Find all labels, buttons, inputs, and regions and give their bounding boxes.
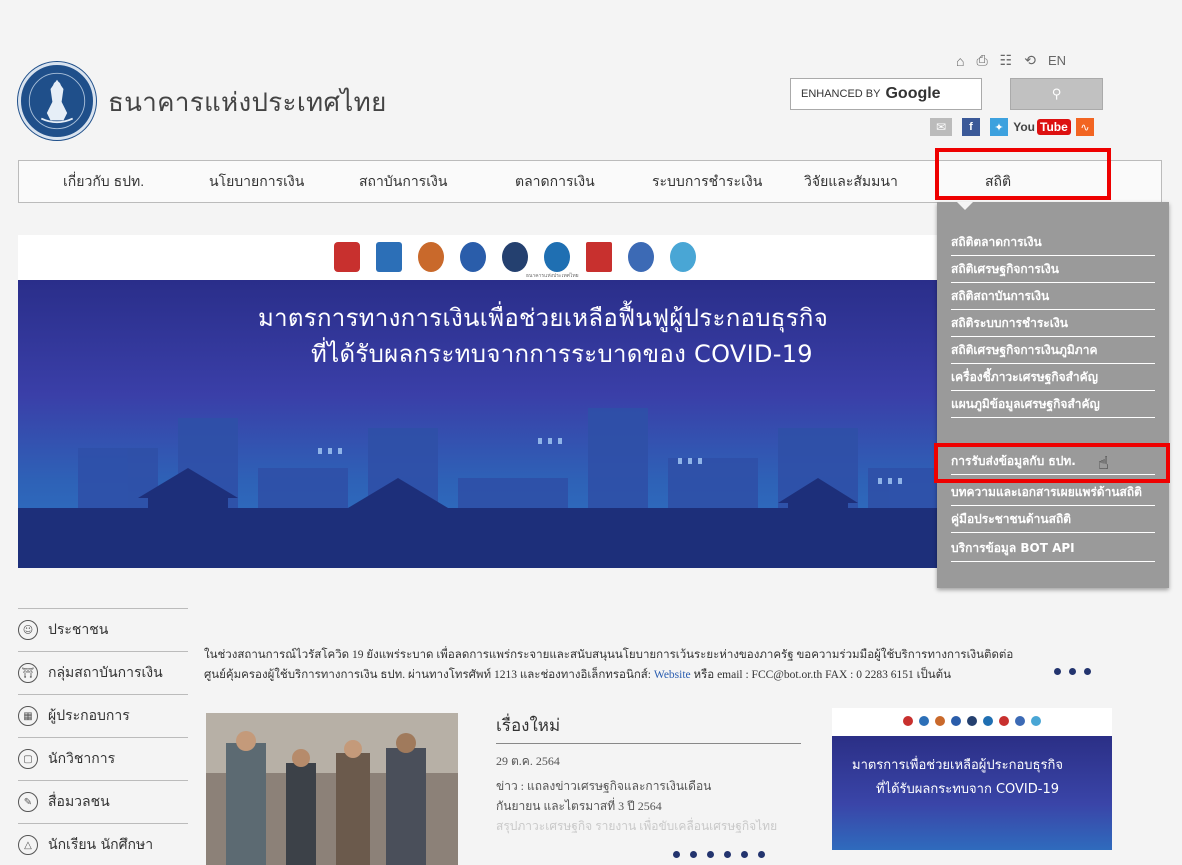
twitter-icon[interactable]: ✦	[990, 118, 1008, 136]
notice-carousel-dots[interactable]	[1054, 668, 1091, 675]
google-brand: Google	[885, 85, 941, 102]
org-logo-1	[334, 242, 360, 272]
news-date: 29 ต.ค. 2564	[496, 754, 560, 768]
news-section-title: เรื่องใหม่	[496, 712, 801, 744]
sitemap-icon[interactable]: ☷	[1000, 52, 1013, 69]
hand-cursor-icon: ☝	[1098, 453, 1109, 473]
site-title[interactable]: ธนาคารแห่งประเทศไทย	[108, 82, 387, 123]
notice-line-2: ศูนย์คุ้มครองผู้ใช้บริการทางการเงิน ธปท.…	[204, 665, 1154, 685]
nav-item-about[interactable]: เกี่ยวกับ ธปท.	[63, 161, 144, 202]
promo-headline-1: มาตรการเพื่อช่วยเหลือผู้ประกอบธุรกิจ	[852, 758, 1063, 773]
search-button[interactable]: ⚲	[1010, 78, 1103, 110]
banner-headline-1: มาตรการทางการเงินเพื่อช่วยเหลือฟื้นฟูผู้…	[258, 304, 829, 332]
org-logo-3	[418, 242, 444, 272]
menu-item-financial-market-stats[interactable]: สถิติตลาดการเงิน	[951, 230, 1155, 256]
org-logo-6	[544, 242, 570, 272]
menu-item-regional-stats[interactable]: สถิติเศรษฐกิจการเงินภูมิภาค	[951, 338, 1155, 364]
covid-banner[interactable]: ธนาคารแห่งประเทศไทย มาตรการทางการเงินเพื…	[18, 235, 937, 568]
sidebar-item-media[interactable]: ✎ สื่อมวลชน	[18, 780, 188, 823]
menu-item-financial-institution-stats[interactable]: สถิติสถาบันการเงิน	[951, 284, 1155, 310]
news-text-line-2: กันยายน และไตรมาสที่ 3 ปี 2564	[496, 799, 662, 813]
social-links: ✉ f ✦ You Tube ∿	[930, 118, 1094, 136]
sidebar-item-label: กลุ่มสถาบันการเงิน	[48, 665, 163, 681]
sidebar-item-label: นักวิชาการ	[48, 751, 116, 767]
book-icon: ▢	[18, 749, 38, 769]
promo-logo-strip	[832, 708, 1112, 736]
logo-caption: ธนาคารแห่งประเทศไทย	[526, 273, 579, 279]
sidebar-item-label: นักเรียน นักศึกษา	[48, 837, 154, 853]
statistics-dropdown-menu: สถิติตลาดการเงิน สถิติเศรษฐกิจการเงิน สถ…	[937, 202, 1169, 588]
sidebar-item-public[interactable]: ☺ ประชาชน	[18, 608, 188, 651]
bank-icon: ⛩	[18, 663, 38, 683]
home-icon[interactable]: ⌂	[956, 53, 964, 69]
notice-line-2-pre: ศูนย์คุ้มครองผู้ใช้บริการทางการเงิน ธปท.…	[204, 669, 652, 681]
search-brand-prefix: ENHANCED BY	[801, 88, 881, 100]
share-icon[interactable]: ⟲	[1024, 52, 1036, 69]
promo-headline-2: ที่ได้รับผลกระทบจาก COVID-19	[876, 782, 1059, 797]
menu-item-statistics-publications[interactable]: บทความและเอกสารเผยแพร่ด้านสถิติ	[951, 480, 1155, 506]
news-carousel-dots[interactable]	[673, 851, 765, 858]
nav-item-financial-institutions[interactable]: สถาบันการเงิน	[359, 161, 447, 202]
notice-line-1: ในช่วงสถานการณ์ไวรัสโควิด 19 ยังแพร่ระบา…	[204, 649, 1014, 661]
person-icon: ☺	[18, 620, 38, 640]
search-input[interactable]: ENHANCED BY Google	[790, 78, 982, 110]
dropdown-arrow	[957, 202, 973, 210]
facebook-icon[interactable]: f	[962, 118, 980, 136]
menu-item-statistics-guide[interactable]: คู่มือประชาชนด้านสถิติ	[951, 507, 1155, 533]
language-switch[interactable]: EN	[1048, 53, 1066, 68]
sidebar-item-label: ประชาชน	[48, 622, 109, 638]
graduation-cap-icon: △	[18, 835, 38, 855]
menu-item-bot-api[interactable]: บริการข้อมูล BOT API	[951, 536, 1155, 562]
promo-banner[interactable]: มาตรการเพื่อช่วยเหลือผู้ประกอบธุรกิจ ที่…	[832, 708, 1112, 850]
nav-item-monetary-policy[interactable]: นโยบายการเงิน	[209, 161, 304, 202]
org-logo-5	[502, 242, 528, 272]
promo-main: มาตรการเพื่อช่วยเหลือผู้ประกอบธุรกิจ ที่…	[832, 736, 1112, 850]
menu-item-key-indicators[interactable]: เครื่องชี้ภาวะเศรษฐกิจสำคัญ	[951, 365, 1155, 391]
banner-logo-strip: ธนาคารแห่งประเทศไทย	[18, 235, 937, 280]
sidebar-item-label: สื่อมวลชน	[48, 794, 110, 810]
sidebar-item-label: ผู้ประกอบการ	[48, 708, 130, 724]
covid-notice: ในช่วงสถานการณ์ไวรัสโควิด 19 ยังแพร่ระบา…	[204, 645, 1154, 685]
sidebar-item-financial-institutions[interactable]: ⛩ กลุ่มสถาบันการเงิน	[18, 651, 188, 694]
news-item[interactable]: ข่าว : แถลงข่าวเศรษฐกิจและการเงินเดือน ก…	[496, 776, 796, 836]
nav-item-research[interactable]: วิจัยและสัมมนา	[804, 161, 898, 202]
youtube-box: Tube	[1037, 119, 1071, 135]
org-logo-9	[670, 242, 696, 272]
rss-icon[interactable]: ∿	[1076, 118, 1094, 136]
print-icon[interactable]: ⎙	[976, 52, 987, 69]
nav-item-financial-markets[interactable]: ตลาดการเงิน	[515, 161, 595, 202]
sidebar-item-business[interactable]: ▦ ผู้ประกอบการ	[18, 694, 188, 737]
news-text-line-1: ข่าว : แถลงข่าวเศรษฐกิจและการเงินเดือน	[496, 779, 712, 793]
news-photo[interactable]	[206, 713, 458, 865]
news-text-fade: สรุปภาวะเศรษฐกิจ รายงาน เพื่อขับเคลื่อนเ…	[496, 819, 778, 833]
website-link[interactable]: Website	[654, 669, 691, 681]
org-logo-2	[376, 242, 402, 272]
bot-logo[interactable]	[18, 62, 96, 140]
banner-headline-2: ที่ได้รับผลกระทบจากการระบาดของ COVID-19	[311, 340, 813, 368]
banner-main: มาตรการทางการเงินเพื่อช่วยเหลือฟื้นฟูผู้…	[18, 280, 937, 568]
sidebar-item-academics[interactable]: ▢ นักวิชาการ	[18, 737, 188, 780]
building-icon: ▦	[18, 706, 38, 726]
highlight-box-statistics	[935, 148, 1111, 200]
menu-item-key-charts[interactable]: แผนภูมิข้อมูลเศรษฐกิจสำคัญ	[951, 392, 1155, 418]
mail-icon[interactable]: ✉	[930, 118, 952, 136]
city-skyline-illustration	[18, 408, 937, 568]
notice-line-2-post: หรือ email : FCC@bot.or.th FAX : 0 2283 …	[693, 669, 951, 681]
org-logo-4	[460, 242, 486, 272]
sidebar-item-students[interactable]: △ นักเรียน นักศึกษา	[18, 823, 188, 865]
menu-item-payment-system-stats[interactable]: สถิติระบบการชำระเงิน	[951, 311, 1155, 337]
highlight-box-data-submission	[934, 443, 1170, 483]
pen-icon: ✎	[18, 792, 38, 812]
audience-sidebar: ☺ ประชาชน ⛩ กลุ่มสถาบันการเงิน ▦ ผู้ประก…	[18, 608, 188, 865]
search-icon: ⚲	[1051, 86, 1062, 101]
org-logo-8	[628, 242, 654, 272]
nav-item-payment-systems[interactable]: ระบบการชำระเงิน	[652, 161, 762, 202]
youtube-icon[interactable]: You Tube	[1013, 118, 1071, 136]
utility-icons: ⌂ ⎙ ☷ ⟲ EN	[956, 52, 1066, 69]
youtube-prefix: You	[1013, 120, 1035, 134]
menu-item-monetary-stats[interactable]: สถิติเศรษฐกิจการเงิน	[951, 257, 1155, 283]
org-logo-7	[586, 242, 612, 272]
